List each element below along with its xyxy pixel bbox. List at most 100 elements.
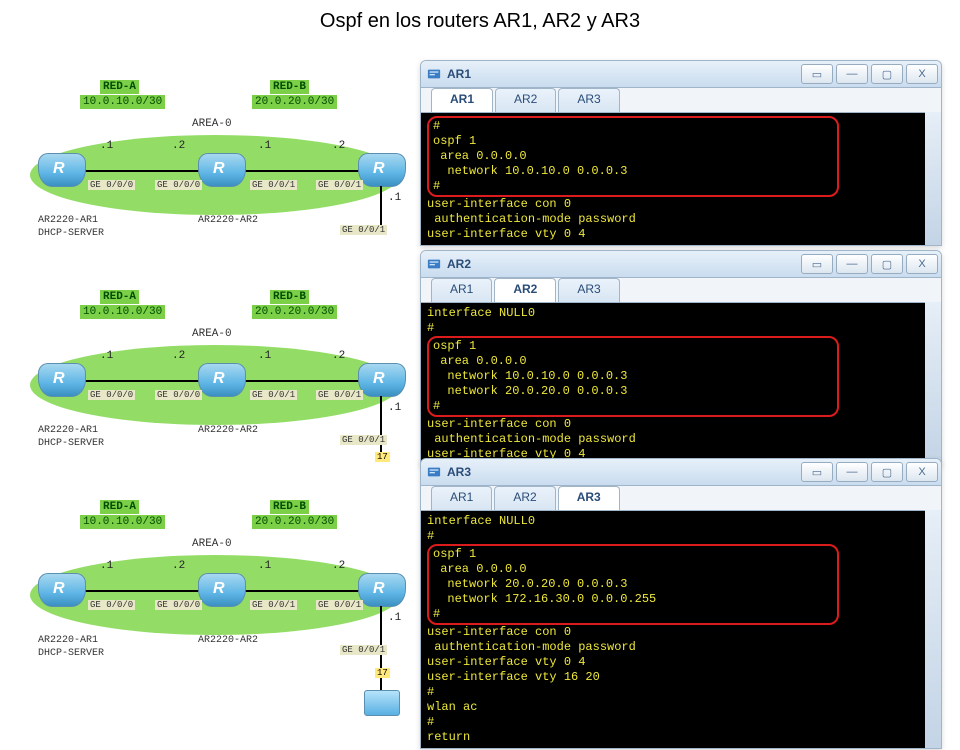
tab-ar3[interactable]: AR3 (558, 486, 620, 510)
intf-label: GE 0/0/0 (155, 390, 202, 400)
topology-column: RED-A 10.0.10.0/30 RED-B 20.0.20.0/30 AR… (20, 80, 410, 750)
scrollbar[interactable] (925, 302, 941, 465)
r1-name: AR2220-AR1 (38, 425, 98, 436)
intf-drop: GE 0/0/1 (340, 225, 387, 235)
maximize-button[interactable]: ▢ (871, 64, 903, 84)
scrollbar[interactable] (925, 112, 941, 245)
page-title: Ospf en los routers AR1, AR2 y AR3 (0, 0, 960, 43)
router-r3[interactable] (358, 573, 406, 607)
intf-label: GE 0/0/1 (250, 600, 297, 610)
app-icon (427, 465, 441, 479)
red-a-title: RED-A (100, 290, 139, 304)
red-b-title: RED-B (270, 500, 309, 514)
window-title: AR1 (447, 67, 471, 81)
area-label: AREA-0 (192, 328, 232, 340)
ip-dot: .1 (100, 140, 113, 152)
router-r2[interactable] (198, 363, 246, 397)
ip-dot: .1 (258, 350, 271, 362)
r2-name: AR2220-AR2 (198, 635, 258, 646)
link-2 (240, 590, 360, 592)
ip-dot: .2 (332, 560, 345, 572)
ospf-highlight: ospf 1 area 0.0.0.0 network 10.0.10.0 0.… (427, 336, 839, 417)
intf-label: GE 0/0/0 (88, 600, 135, 610)
topology-diagram-3: RED-A 10.0.10.0/30 RED-B 20.0.20.0/30 AR… (20, 500, 410, 720)
terminal-body[interactable]: interface NULL0 # ospf 1 area 0.0.0.0 ne… (421, 511, 941, 748)
tab-ar1[interactable]: AR1 (431, 278, 492, 302)
window-titlebar[interactable]: AR1 ▭ — ▢ X (421, 61, 941, 88)
tab-bar: AR1 AR2 AR3 (421, 486, 941, 511)
maximize-button[interactable]: ▢ (871, 254, 903, 274)
maximize-button[interactable]: ▢ (871, 462, 903, 482)
expand-button[interactable]: ▭ (801, 64, 833, 84)
ip-drop: .1 (388, 612, 401, 624)
scrollbar[interactable] (925, 510, 941, 748)
window-titlebar[interactable]: AR2 ▭ — ▢ X (421, 251, 941, 278)
ip-dot: .1 (100, 350, 113, 362)
ip-dot: .2 (172, 560, 185, 572)
tab-ar2[interactable]: AR2 (494, 486, 555, 510)
intf-label: GE 0/0/1 (316, 180, 363, 190)
r2-name: AR2220-AR2 (198, 215, 258, 226)
tab-ar2[interactable]: AR2 (495, 88, 556, 112)
close-button[interactable]: X (906, 462, 938, 482)
tab-ar3[interactable]: AR3 (558, 278, 619, 302)
expand-button[interactable]: ▭ (801, 462, 833, 482)
red-b-net: 20.0.20.0/30 (252, 95, 337, 109)
link-1 (80, 590, 200, 592)
app-icon (427, 257, 441, 271)
r1-role: DHCP-SERVER (38, 228, 104, 239)
tab-ar1[interactable]: AR1 (431, 486, 492, 510)
intf-label: GE 0/0/0 (155, 180, 202, 190)
window-titlebar[interactable]: AR3 ▭ — ▢ X (421, 459, 941, 486)
router-r3[interactable] (358, 363, 406, 397)
ospf-highlight: ospf 1 area 0.0.0.0 network 20.0.20.0 0.… (427, 544, 839, 625)
drop-line (380, 396, 382, 456)
link-1 (80, 380, 200, 382)
router-r1[interactable] (38, 573, 86, 607)
terminal-body[interactable]: interface NULL0 # ospf 1 area 0.0.0.0 ne… (421, 303, 941, 465)
router-r3[interactable] (358, 153, 406, 187)
ip-dot: .1 (100, 560, 113, 572)
red-a-net: 10.0.10.0/30 (80, 95, 165, 109)
close-button[interactable]: X (906, 64, 938, 84)
close-button[interactable]: X (906, 254, 938, 274)
tab-ar2[interactable]: AR2 (494, 278, 556, 302)
ip-dot: .2 (172, 350, 185, 362)
terminal-ar2: AR2 ▭ — ▢ X AR1 AR2 AR3 interface NULL0 … (420, 250, 942, 466)
terminal-body[interactable]: # ospf 1 area 0.0.0.0 network 10.0.10.0 … (421, 113, 941, 245)
red-b-title: RED-B (270, 290, 309, 304)
expand-button[interactable]: ▭ (801, 254, 833, 274)
ip-drop: .1 (388, 192, 401, 204)
router-r1[interactable] (38, 153, 86, 187)
r1-name: AR2220-AR1 (38, 215, 98, 226)
terminal-text: user-interface con 0 authentication-mode… (427, 417, 636, 461)
minimize-button[interactable]: — (836, 462, 868, 482)
intf-label: GE 0/0/1 (250, 390, 297, 400)
red-b-net: 20.0.20.0/30 (252, 515, 337, 529)
red-a-net: 10.0.10.0/30 (80, 515, 165, 529)
area-label: AREA-0 (192, 538, 232, 550)
topology-diagram-2: RED-A 10.0.10.0/30 RED-B 20.0.20.0/30 AR… (20, 290, 410, 470)
ip-dot: .1 (258, 560, 271, 572)
port-num: 17 (375, 668, 390, 678)
minimize-button[interactable]: — (836, 254, 868, 274)
intf-label: GE 0/0/0 (88, 390, 135, 400)
link-2 (240, 170, 360, 172)
minimize-button[interactable]: — (836, 64, 868, 84)
router-r2[interactable] (198, 573, 246, 607)
terminal-ar3: AR3 ▭ — ▢ X AR1 AR2 AR3 interface NULL0 … (420, 458, 942, 749)
switch-icon[interactable] (364, 690, 400, 716)
r2-name: AR2220-AR2 (198, 425, 258, 436)
link-2 (240, 380, 360, 382)
terminal-text: interface NULL0 # (427, 306, 535, 335)
terminal-text: interface NULL0 # (427, 514, 535, 543)
intf-label: GE 0/0/1 (250, 180, 297, 190)
tab-ar3[interactable]: AR3 (558, 88, 619, 112)
app-icon (427, 67, 441, 81)
tab-ar1[interactable]: AR1 (431, 88, 493, 112)
intf-label: GE 0/0/0 (155, 600, 202, 610)
router-r1[interactable] (38, 363, 86, 397)
red-a-title: RED-A (100, 80, 139, 94)
router-r2[interactable] (198, 153, 246, 187)
terminal-text: user-interface con 0 authentication-mode… (427, 197, 636, 241)
